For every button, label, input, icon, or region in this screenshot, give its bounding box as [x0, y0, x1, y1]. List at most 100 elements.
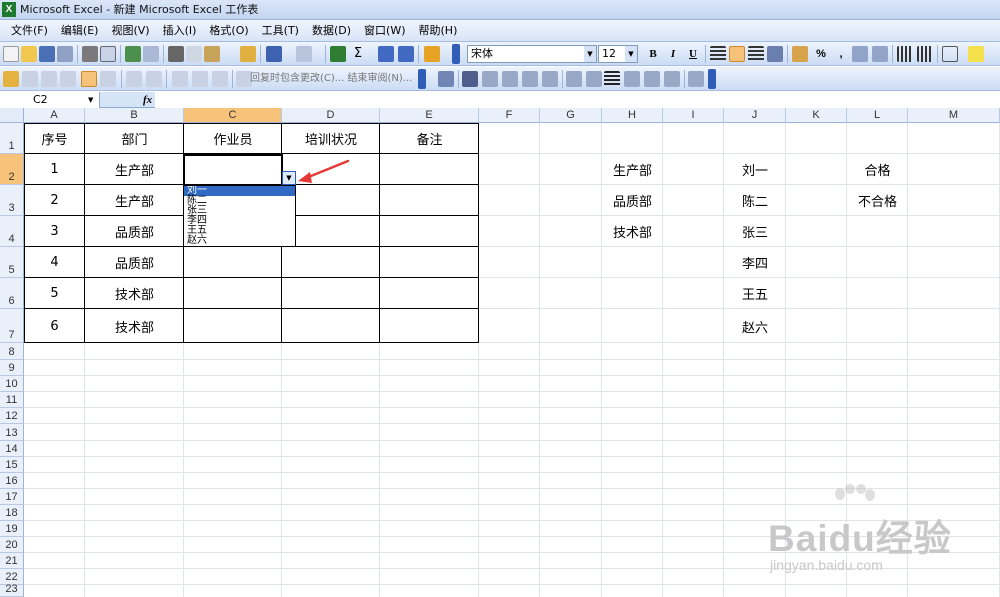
- bold-button[interactable]: B: [644, 46, 662, 63]
- research-icon[interactable]: [143, 46, 159, 62]
- row-header[interactable]: 21: [0, 553, 24, 569]
- worker-list-cell[interactable]: 张三: [724, 216, 786, 247]
- column-header[interactable]: A: [24, 108, 85, 123]
- decrease-indent-icon[interactable]: [897, 46, 913, 62]
- insert-comment-icon[interactable]: [60, 71, 76, 87]
- line-weight-icon[interactable]: [604, 71, 620, 87]
- row-header[interactable]: 6: [0, 278, 24, 309]
- row-header[interactable]: 2: [0, 154, 24, 185]
- set-transparent-icon[interactable]: [644, 71, 660, 87]
- undo-icon[interactable]: [266, 46, 282, 62]
- redo-icon[interactable]: [296, 46, 312, 62]
- align-center-icon[interactable]: [729, 46, 745, 62]
- table-cell[interactable]: 6: [24, 309, 85, 343]
- table-cell[interactable]: 生产部: [85, 185, 184, 216]
- row-header[interactable]: 20: [0, 537, 24, 553]
- insert-function-icon[interactable]: fx: [143, 92, 152, 108]
- table-header-cell[interactable]: 作业员: [184, 123, 282, 154]
- table-header-cell[interactable]: 序号: [24, 123, 85, 154]
- table-cell[interactable]: 技术部: [85, 278, 184, 309]
- autosum-icon[interactable]: Σ: [350, 46, 366, 62]
- row-header[interactable]: 17: [0, 489, 24, 505]
- department-list-cell[interactable]: 生产部: [602, 154, 663, 185]
- row-header[interactable]: 12: [0, 408, 24, 424]
- increase-decimal-icon[interactable]: [852, 46, 868, 62]
- next-change-icon[interactable]: [146, 71, 162, 87]
- merge-center-icon[interactable]: [767, 46, 783, 62]
- worker-list-cell[interactable]: 陈二: [724, 185, 786, 216]
- row-header[interactable]: 11: [0, 392, 24, 408]
- row-header[interactable]: 23: [0, 583, 24, 597]
- table-cell[interactable]: 3: [24, 216, 85, 247]
- review-toolbar-grip[interactable]: [418, 69, 426, 89]
- underline-button[interactable]: U: [684, 46, 702, 63]
- formula-input[interactable]: [155, 92, 1000, 108]
- department-list-cell[interactable]: 品质部: [602, 185, 663, 216]
- validation-dropdown-button[interactable]: ▼: [282, 171, 296, 185]
- delete-comment-icon[interactable]: [192, 71, 208, 87]
- sort-ascending-icon[interactable]: [378, 46, 394, 62]
- compare-icon[interactable]: [3, 71, 19, 87]
- column-header[interactable]: H: [602, 108, 663, 123]
- validation-dropdown-list[interactable]: 刘一 陈二 张三 李四 王五 赵六: [183, 185, 296, 247]
- menu-item[interactable]: 帮助(H): [416, 23, 461, 38]
- spelling-icon[interactable]: [125, 46, 141, 62]
- status-list-cell[interactable]: 合格: [847, 154, 908, 185]
- column-header[interactable]: L: [847, 108, 908, 123]
- active-cell-c2[interactable]: [183, 154, 283, 186]
- row-header[interactable]: 13: [0, 424, 24, 441]
- row-header[interactable]: 9: [0, 360, 24, 376]
- increase-indent-icon[interactable]: [917, 46, 933, 62]
- compress-icon[interactable]: [586, 71, 602, 87]
- column-header[interactable]: D: [282, 108, 380, 123]
- row-header[interactable]: 18: [0, 505, 24, 521]
- status-list-cell[interactable]: 不合格: [847, 185, 908, 216]
- align-left-icon[interactable]: [710, 46, 726, 62]
- table-cell[interactable]: 4: [24, 247, 85, 278]
- print-icon[interactable]: [82, 46, 98, 62]
- menu-item[interactable]: 工具(T): [259, 23, 302, 38]
- hyperlink-icon[interactable]: [330, 46, 346, 62]
- review-commands[interactable]: 回复时包含更改(C)... 结束审阅(N)...: [250, 73, 412, 85]
- format-painter-icon[interactable]: [240, 46, 256, 62]
- dropdown-option[interactable]: 赵六: [184, 236, 295, 246]
- comma-button[interactable]: ,: [832, 46, 850, 63]
- reply-icon[interactable]: [41, 71, 57, 87]
- show-comments-icon[interactable]: [172, 71, 188, 87]
- open-folder-icon[interactable]: [21, 46, 37, 62]
- sort-descending-icon[interactable]: [398, 46, 414, 62]
- percent-button[interactable]: %: [812, 46, 830, 63]
- table-cell[interactable]: 生产部: [85, 154, 184, 185]
- row-header[interactable]: 15: [0, 457, 24, 473]
- track-changes-icon[interactable]: [81, 71, 97, 87]
- menu-item[interactable]: 格式(O): [206, 23, 251, 38]
- format-picture-icon[interactable]: [624, 71, 640, 87]
- table-header-cell[interactable]: 备注: [380, 123, 479, 154]
- table-cell[interactable]: 品质部: [85, 216, 184, 247]
- new-file-icon[interactable]: [3, 46, 19, 62]
- toolbar-options-grip[interactable]: [452, 44, 460, 64]
- print-preview-icon[interactable]: [100, 46, 116, 62]
- reset-picture-icon[interactable]: [664, 71, 680, 87]
- column-header[interactable]: C: [184, 108, 282, 123]
- menu-item[interactable]: 文件(F): [8, 23, 51, 38]
- row-header[interactable]: 5: [0, 247, 24, 278]
- table-cell[interactable]: 5: [24, 278, 85, 309]
- row-header[interactable]: 3: [0, 185, 24, 216]
- borders-icon[interactable]: [942, 46, 958, 62]
- row-header[interactable]: 10: [0, 376, 24, 392]
- picture-icon[interactable]: [438, 71, 454, 87]
- select-all-corner[interactable]: [0, 108, 24, 123]
- fill-color-icon[interactable]: [968, 46, 984, 62]
- column-header[interactable]: K: [786, 108, 847, 123]
- chart-wizard-icon[interactable]: [424, 46, 440, 62]
- worker-list-cell[interactable]: 赵六: [724, 309, 786, 343]
- row-header[interactable]: 1: [0, 123, 24, 154]
- currency-icon[interactable]: [792, 46, 808, 62]
- rotate-icon[interactable]: [542, 71, 558, 87]
- align-right-icon[interactable]: [748, 46, 764, 62]
- menu-item[interactable]: 编辑(E): [58, 23, 102, 38]
- image-control-icon[interactable]: [462, 71, 478, 87]
- crop-icon[interactable]: [522, 71, 538, 87]
- worker-list-cell[interactable]: 王五: [724, 278, 786, 309]
